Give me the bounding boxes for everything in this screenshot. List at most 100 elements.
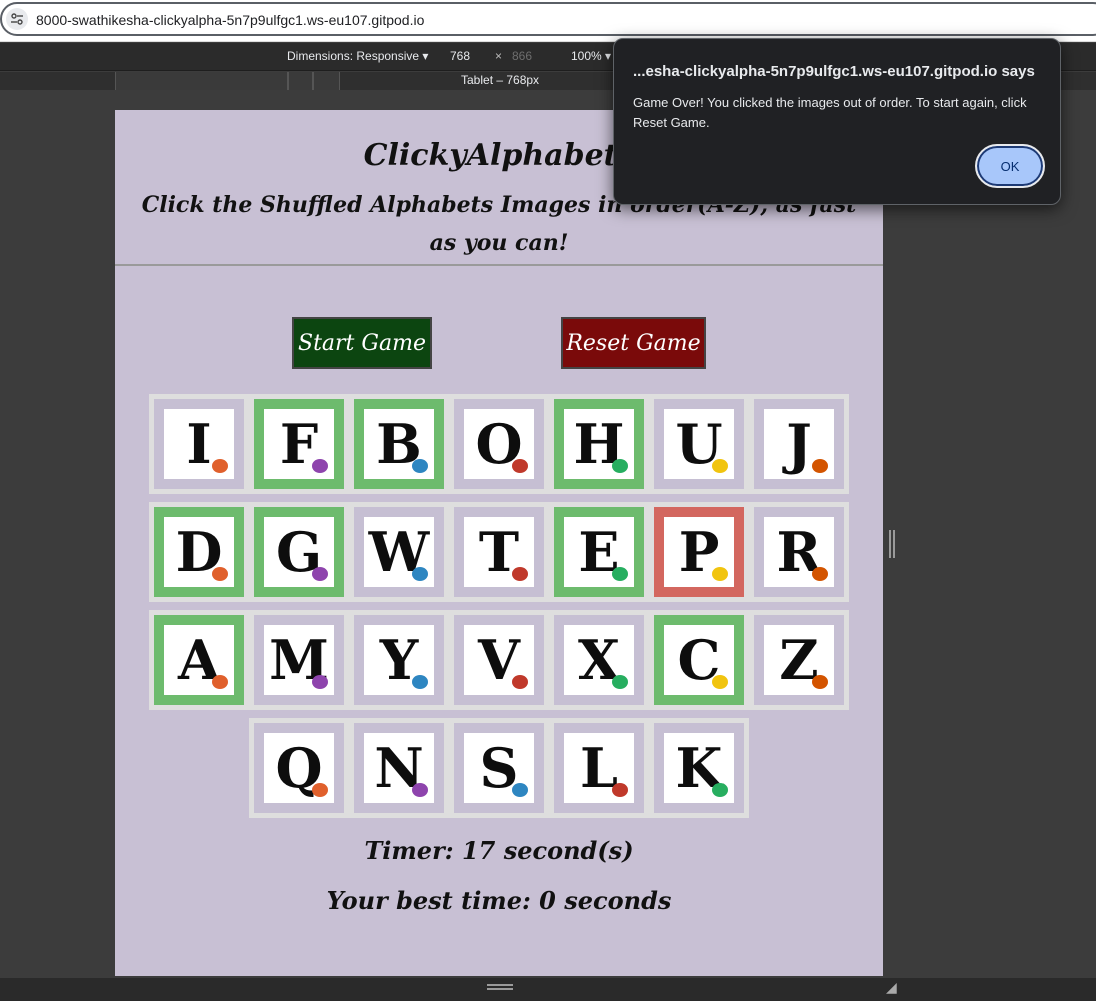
letter-tile[interactable]: M <box>254 615 344 705</box>
ok-button[interactable]: OK <box>975 144 1045 188</box>
dialog-title: ...esha-clickyalpha-5n7p9ulfgc1.ws-eu107… <box>633 63 1035 80</box>
letter-decoration-icon <box>812 459 828 473</box>
ruler-segment[interactable] <box>288 72 313 90</box>
device-label: Tablet – 768px <box>461 73 540 87</box>
letter-image: B <box>364 409 434 479</box>
letter-tile[interactable]: U <box>654 399 744 489</box>
letter-tile[interactable]: H <box>554 399 644 489</box>
letter-decoration-icon <box>412 567 428 581</box>
tune-icon[interactable] <box>6 8 28 30</box>
dimensions-select[interactable]: Dimensions: Responsive ▾ <box>287 49 428 63</box>
letter-image: D <box>164 517 234 587</box>
width-input[interactable]: 768 <box>450 49 470 63</box>
page-viewport: ClickyAlphabets Click the Shuffled Alpha… <box>115 110 883 976</box>
letter-tile[interactable]: K <box>654 723 744 813</box>
letter-decoration-icon <box>512 783 528 797</box>
letter-tile[interactable]: T <box>454 507 544 597</box>
letter-image: Q <box>264 733 334 803</box>
letter-decoration-icon <box>512 675 528 689</box>
start-game-button[interactable]: Start Game <box>292 317 432 369</box>
letter-image: X <box>564 625 634 695</box>
letter-image: E <box>564 517 634 587</box>
tile-row: QNSLK <box>249 718 749 818</box>
letter-tile[interactable]: W <box>354 507 444 597</box>
letter-decoration-icon <box>312 567 328 581</box>
letter-image: N <box>364 733 434 803</box>
letter-glyph: I <box>186 412 212 476</box>
letter-decoration-icon <box>712 459 728 473</box>
letter-tile[interactable]: O <box>454 399 544 489</box>
letter-image: S <box>464 733 534 803</box>
letter-image: P <box>664 517 734 587</box>
letter-glyph: J <box>786 412 812 476</box>
letter-decoration-icon <box>412 459 428 473</box>
reset-game-button[interactable]: Reset Game <box>561 317 706 369</box>
zoom-select[interactable]: 100% ▾ <box>571 49 611 63</box>
times-glyph: × <box>495 49 503 63</box>
letter-tile[interactable]: P <box>654 507 744 597</box>
letter-tile[interactable]: Z <box>754 615 844 705</box>
letter-image: V <box>464 625 534 695</box>
letter-image: Z <box>764 625 834 695</box>
letter-image: F <box>264 409 334 479</box>
letter-decoration-icon <box>312 459 328 473</box>
letter-decoration-icon <box>812 675 828 689</box>
letter-image: O <box>464 409 534 479</box>
resize-handle-right[interactable] <box>889 530 895 558</box>
browser-toolbar: 8000-swathikesha-clickyalpha-5n7p9ulfgc1… <box>0 0 1096 42</box>
letter-decoration-icon <box>612 459 628 473</box>
letter-decoration-icon <box>412 675 428 689</box>
height-input[interactable]: 866 <box>512 49 532 63</box>
letter-tile[interactable]: E <box>554 507 644 597</box>
letter-decoration-icon <box>712 567 728 581</box>
letter-image: Y <box>364 625 434 695</box>
letter-tile[interactable]: X <box>554 615 644 705</box>
letter-image: M <box>264 625 334 695</box>
letter-decoration-icon <box>612 783 628 797</box>
letter-decoration-icon <box>512 567 528 581</box>
letter-decoration-icon <box>212 459 228 473</box>
resize-corner-icon[interactable]: ◢ <box>886 980 897 996</box>
resize-handle-bottom[interactable] <box>487 984 513 990</box>
letter-tile[interactable]: B <box>354 399 444 489</box>
letter-image: T <box>464 517 534 587</box>
letter-decoration-icon <box>712 783 728 797</box>
letter-image: K <box>664 733 734 803</box>
letter-image: U <box>664 409 734 479</box>
letter-tile[interactable]: J <box>754 399 844 489</box>
letter-tile[interactable]: Q <box>254 723 344 813</box>
letter-tile[interactable]: A <box>154 615 244 705</box>
letter-tile[interactable]: C <box>654 615 744 705</box>
letter-decoration-icon <box>512 459 528 473</box>
timer-text: Timer: 17 second(s) <box>364 836 634 865</box>
letter-image: A <box>164 625 234 695</box>
letter-tile[interactable]: F <box>254 399 344 489</box>
letter-tile[interactable]: V <box>454 615 544 705</box>
letter-tile[interactable]: G <box>254 507 344 597</box>
letter-decoration-icon <box>612 567 628 581</box>
letter-image: G <box>264 517 334 587</box>
letter-tile[interactable]: N <box>354 723 444 813</box>
address-bar[interactable]: 8000-swathikesha-clickyalpha-5n7p9ulfgc1… <box>0 2 1096 36</box>
url-text[interactable]: 8000-swathikesha-clickyalpha-5n7p9ulfgc1… <box>36 12 424 28</box>
ruler-segment[interactable] <box>313 72 340 90</box>
tile-row: IFBOHUJ <box>149 394 849 494</box>
letter-image: I <box>164 409 234 479</box>
letter-tile[interactable]: S <box>454 723 544 813</box>
letter-tile[interactable]: Y <box>354 615 444 705</box>
letter-tile[interactable]: I <box>154 399 244 489</box>
letter-image: W <box>364 517 434 587</box>
letter-decoration-icon <box>212 567 228 581</box>
letter-tile[interactable]: R <box>754 507 844 597</box>
best-time-text: Your best time: 0 seconds <box>326 886 672 915</box>
letter-decoration-icon <box>212 675 228 689</box>
letter-decoration-icon <box>412 783 428 797</box>
letter-image: H <box>564 409 634 479</box>
ruler-segment[interactable] <box>115 72 288 90</box>
letter-tile[interactable]: L <box>554 723 644 813</box>
letter-decoration-icon <box>612 675 628 689</box>
letter-image: C <box>664 625 734 695</box>
alert-dialog: ...esha-clickyalpha-5n7p9ulfgc1.ws-eu107… <box>613 38 1061 205</box>
letter-tile[interactable]: D <box>154 507 244 597</box>
letter-decoration-icon <box>312 675 328 689</box>
